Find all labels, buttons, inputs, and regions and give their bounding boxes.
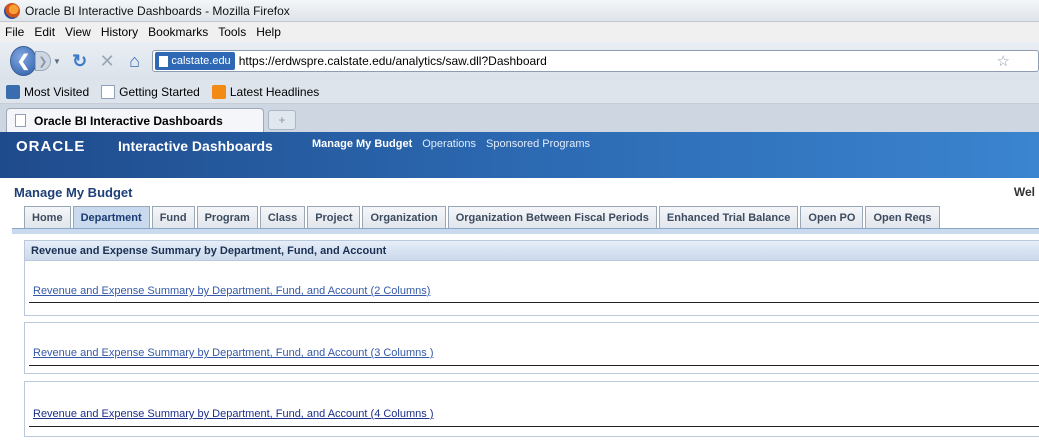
bookmark-getting-started[interactable]: Getting Started [101, 84, 200, 99]
page-icon [15, 114, 26, 127]
url-bar[interactable]: calstate.edu https://erdwspre.calstate.e… [152, 50, 1039, 72]
tab-project[interactable]: Project [307, 206, 361, 228]
report-section: Revenue and Expense Summary by Departmen… [24, 322, 1039, 374]
bookmarks-toolbar: Most Visited Getting Started Latest Head… [0, 80, 1039, 104]
arrow-left-icon: ❮ [16, 53, 31, 70]
report-link-4-columns[interactable]: Revenue and Expense Summary by Departmen… [33, 408, 434, 420]
section-title: Revenue and Expense Summary by Departmen… [25, 241, 1039, 261]
forward-button[interactable]: ❯ [34, 51, 51, 71]
menu-bar: File Edit View History Bookmarks Tools H… [0, 22, 1039, 42]
tab-class[interactable]: Class [259, 206, 306, 228]
browser-tab-active[interactable]: Oracle BI Interactive Dashboards [6, 108, 264, 132]
bookmark-most-visited[interactable]: Most Visited [6, 84, 90, 99]
menu-bookmarks[interactable]: Bookmarks [148, 25, 208, 39]
menu-history[interactable]: History [101, 25, 138, 39]
menu-tools[interactable]: Tools [218, 25, 246, 39]
browser-tab-strip: Oracle BI Interactive Dashboards + [0, 104, 1039, 132]
tab-home[interactable]: Home [24, 206, 71, 228]
tab-department[interactable]: Department [72, 206, 150, 228]
site-identity-badge[interactable]: calstate.edu [155, 52, 235, 70]
reload-icon[interactable]: ↻ [70, 50, 90, 72]
tab-enhanced-trial-balance[interactable]: Enhanced Trial Balance [658, 206, 799, 228]
tab-program[interactable]: Program [196, 206, 258, 228]
page-icon [101, 84, 116, 99]
window-titlebar: Oracle BI Interactive Dashboards - Mozil… [0, 0, 1039, 22]
bookmark-label: Latest Headlines [229, 84, 320, 99]
report-section: Revenue and Expense Summary by Departmen… [24, 240, 1039, 316]
dashboard-title-row: Manage My Budget Wel [0, 178, 1039, 202]
home-icon[interactable]: ⌂ [125, 50, 145, 72]
page-icon [159, 55, 169, 67]
menu-view[interactable]: View [65, 25, 91, 39]
tab-open-reqs[interactable]: Open Reqs [865, 206, 940, 228]
navigation-toolbar: ❮ ❯ ▼ ↻ ✕ ⌂ calstate.edu https://erdwspr… [0, 42, 1039, 80]
bookmark-star-icon[interactable]: ☆ [997, 52, 1010, 70]
page-title: Manage My Budget [14, 185, 133, 200]
plus-icon: + [278, 113, 286, 127]
welcome-text: Wel [1013, 185, 1035, 199]
report-section: Revenue and Expense Summary by Departmen… [24, 381, 1039, 437]
stop-icon[interactable]: ✕ [97, 50, 117, 72]
history-dropdown-icon[interactable]: ▼ [53, 57, 62, 66]
menu-help[interactable]: Help [256, 25, 281, 39]
window-title: Oracle BI Interactive Dashboards - Mozil… [25, 3, 290, 18]
bookmark-latest-headlines[interactable]: Latest Headlines [211, 84, 320, 99]
browser-tab-label: Oracle BI Interactive Dashboards [34, 113, 223, 128]
dashboard-nav: Manage My Budget Operations Sponsored Pr… [312, 138, 590, 150]
product-name: Interactive Dashboards [118, 138, 273, 154]
report-link-2-columns[interactable]: Revenue and Expense Summary by Departmen… [33, 285, 430, 297]
most-visited-icon [6, 84, 20, 99]
nav-sponsored-programs[interactable]: Sponsored Programs [486, 138, 590, 150]
oracle-header: ORACLE Interactive Dashboards Manage My … [0, 132, 1039, 178]
divider [29, 302, 1039, 303]
tab-open-po[interactable]: Open PO [800, 206, 864, 228]
dashboard-page-tabs: Home Department Fund Program Class Proje… [24, 206, 942, 228]
new-tab-button[interactable]: + [268, 110, 296, 130]
divider [29, 365, 1039, 366]
menu-file[interactable]: File [5, 25, 24, 39]
bookmark-label: Most Visited [24, 84, 90, 99]
rss-feed-icon [211, 84, 226, 99]
tab-strip-underline [12, 228, 1039, 234]
bookmark-label: Getting Started [119, 84, 200, 99]
tab-organization[interactable]: Organization [362, 206, 446, 228]
divider [29, 426, 1039, 427]
report-link-3-columns[interactable]: Revenue and Expense Summary by Departmen… [33, 347, 434, 359]
back-button[interactable]: ❮ [10, 46, 37, 76]
site-identity-label: calstate.edu [171, 55, 231, 67]
nav-manage-my-budget[interactable]: Manage My Budget [312, 138, 412, 150]
arrow-right-icon: ❯ [38, 55, 48, 68]
url-text[interactable]: https://erdwspre.calstate.edu/analytics/… [239, 54, 547, 68]
menu-edit[interactable]: Edit [34, 25, 55, 39]
tab-fund[interactable]: Fund [151, 206, 195, 228]
firefox-logo-icon [4, 2, 20, 19]
nav-operations[interactable]: Operations [422, 138, 476, 150]
tab-organization-between-fiscal-periods[interactable]: Organization Between Fiscal Periods [447, 206, 657, 228]
oracle-logo: ORACLE [16, 138, 86, 155]
